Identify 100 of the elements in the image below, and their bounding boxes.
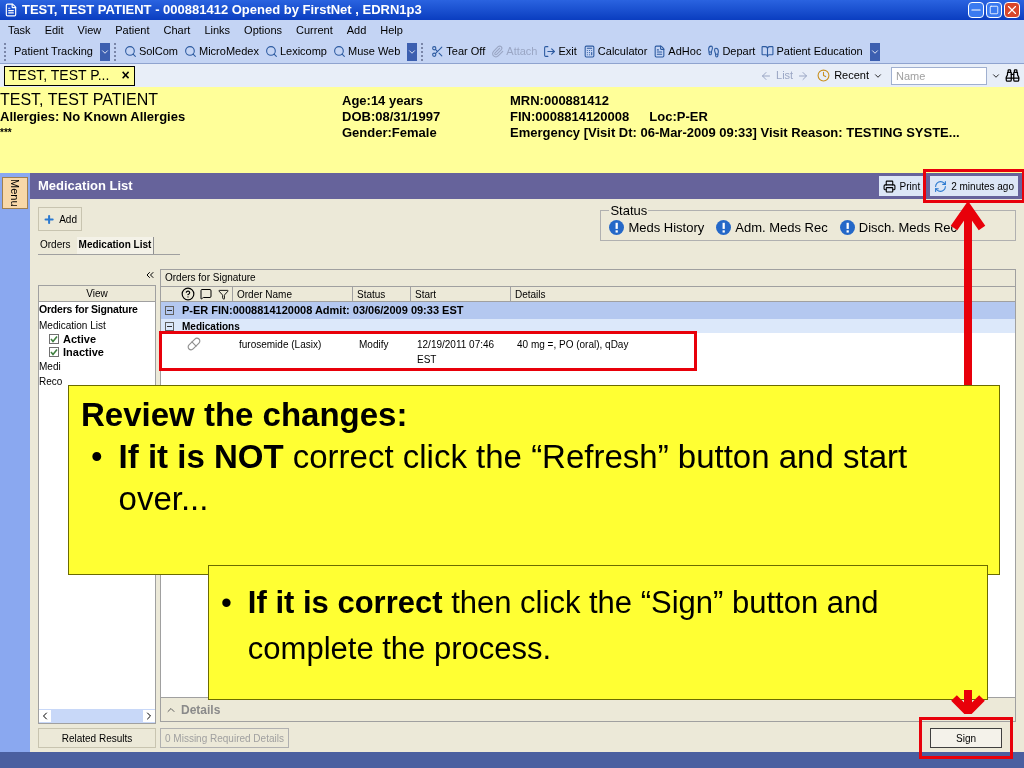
visit-text: Emergency [Visit Dt: 06-Mar-2009 09:33] Visit Reason: TESTING SYSTE... — [510, 125, 961, 141]
toolbar-icon — [431, 45, 445, 58]
toolbar-button[interactable]: Tear Off — [428, 43, 489, 60]
status-item[interactable]: Meds History — [609, 217, 705, 237]
toolbar-overflow-icon[interactable] — [869, 42, 880, 61]
table-cell-text: Modify — [358, 338, 390, 352]
nav-item[interactable]: Medi — [39, 358, 61, 374]
menu-tab[interactable]: Menu — [1, 177, 29, 209]
gender-text: Gender:Female — [342, 125, 438, 141]
minimize-button[interactable] — [968, 2, 984, 18]
scroll-left-icon[interactable] — [39, 710, 51, 722]
status-title: Status — [609, 202, 649, 220]
callout-text: If it is NOT correct click the “Refresh” button and start over... — [118, 437, 909, 519]
toolbar-icon — [761, 45, 775, 58]
add-button[interactable]: Add — [38, 207, 82, 231]
patient-tab[interactable]: TEST, TEST P... × — [4, 65, 135, 86]
column-header[interactable]: Order Name — [232, 286, 352, 302]
toolbar-overflow-icon[interactable] — [407, 42, 418, 61]
related-results-button[interactable]: Related Results — [38, 728, 156, 748]
nav-item[interactable]: Reco — [39, 373, 63, 389]
search-icon — [123, 45, 137, 58]
toolbar-overflow-icon[interactable] — [99, 42, 110, 61]
toolbar-icon — [582, 45, 596, 58]
filter-icon — [218, 288, 229, 300]
toolbar-button[interactable]: Exit — [540, 43, 580, 60]
sign-button[interactable]: Sign — [930, 728, 1002, 748]
details-title: Details — [181, 701, 221, 719]
callout-text: If it is correct then click the “Sign” button and complete the process. — [247, 584, 880, 668]
toolbar-button[interactable]: SolCom — [120, 43, 181, 60]
encounter-text: P-ER FIN:0008814120008 Admit: 03/06/2009 09:33 EST — [182, 303, 464, 319]
back-icon — [760, 69, 772, 82]
menu-item[interactable]: Add — [346, 21, 367, 39]
mrn-text: MRN:000881412 — [510, 93, 610, 109]
panel-title: Medication List — [38, 177, 133, 196]
filter-label[interactable]: Inactive — [63, 345, 104, 359]
scroll-right-icon[interactable] — [143, 710, 155, 722]
nav-item[interactable]: Medication List — [39, 317, 106, 333]
toolbar-icon — [653, 45, 667, 58]
help-icon — [181, 287, 195, 301]
location-text: Loc:P-ER — [649, 109, 708, 125]
menu-item[interactable]: Task — [8, 21, 31, 39]
checkbox[interactable] — [49, 334, 59, 345]
column-header[interactable]: Status — [352, 286, 410, 302]
search-icon — [184, 45, 197, 58]
toolbar-button[interactable]: Lexicomp — [261, 43, 330, 60]
nav-item[interactable]: Orders for Signature — [39, 302, 138, 318]
refresh-icon — [934, 179, 948, 193]
checkbox[interactable] — [49, 347, 59, 358]
tab[interactable]: Orders — [38, 237, 73, 254]
status-item[interactable]: Adm. Meds Rec — [716, 217, 828, 237]
bullet: • — [91, 437, 103, 477]
maximize-button[interactable] — [986, 2, 1002, 18]
toolbar-icon — [543, 45, 557, 58]
patient-name: TEST, TEST PATIENT — [0, 91, 159, 109]
binoculars-icon[interactable] — [1005, 68, 1020, 83]
dob-text: DOB:08/31/1997 — [342, 109, 442, 125]
toolbar-button[interactable]: Patient Tracking — [11, 43, 96, 60]
name-field[interactable]: Name — [891, 66, 987, 85]
comment-icon — [200, 288, 212, 300]
collapse-icon[interactable] — [165, 306, 174, 315]
window-title: TEST, TEST PATIENT - 000881412 Opened by FirstNet , EDRN1p3 — [22, 1, 422, 20]
print-button[interactable]: Print — [878, 176, 925, 196]
tab[interactable]: Medication List — [76, 237, 155, 254]
menu-item[interactable]: View — [77, 21, 102, 39]
toolbar-button[interactable]: MicroMedex — [181, 43, 262, 60]
filter-label[interactable]: Active — [63, 332, 97, 346]
bullet: • — [221, 584, 232, 622]
toolbar-button[interactable]: Calculator — [579, 43, 651, 60]
recent-button[interactable]: Recent — [817, 67, 883, 84]
menu-item[interactable]: Edit — [44, 21, 64, 39]
menu-item[interactable]: Chart — [163, 21, 191, 39]
section-text: Medications — [182, 319, 240, 334]
column-header[interactable]: Details — [510, 286, 1015, 302]
menu-item[interactable]: Links — [204, 21, 231, 39]
table-cell-text: 12/19/2011 07:46 EST — [416, 338, 496, 367]
column-header[interactable]: Start — [410, 286, 510, 302]
age-text: Age:14 years — [342, 93, 424, 109]
alert-icon — [716, 219, 732, 235]
allergies-text: Allergies: No Known Allergies — [0, 109, 187, 125]
app-icon — [4, 3, 18, 17]
toolbar-button[interactable]: AdHoc — [650, 43, 705, 60]
refresh-button[interactable]: 2 minutes ago — [930, 176, 1018, 196]
toolbar-button[interactable]: Depart — [704, 43, 759, 60]
toolbar-button[interactable]: Patient Education — [758, 43, 866, 60]
menu-item[interactable]: Patient — [115, 21, 150, 39]
alert-icon — [839, 219, 855, 235]
close-tab-button[interactable]: × — [121, 65, 130, 86]
menu-item[interactable]: Current — [296, 21, 333, 39]
search-icon — [264, 45, 278, 58]
forward-icon — [797, 69, 810, 82]
menu-item[interactable]: Help — [380, 21, 403, 39]
collapse-icon[interactable] — [165, 321, 174, 331]
toolbar-icon — [491, 45, 505, 58]
table-cell-text: 40 mg =, PO (oral), qDay — [516, 338, 630, 352]
close-button[interactable] — [1004, 2, 1020, 18]
menu-item[interactable]: Options — [244, 21, 282, 39]
collapse-icon[interactable] — [144, 269, 156, 281]
printer-icon — [882, 179, 896, 193]
plus-icon — [43, 212, 56, 226]
toolbar-button[interactable]: Muse Web — [330, 43, 404, 60]
